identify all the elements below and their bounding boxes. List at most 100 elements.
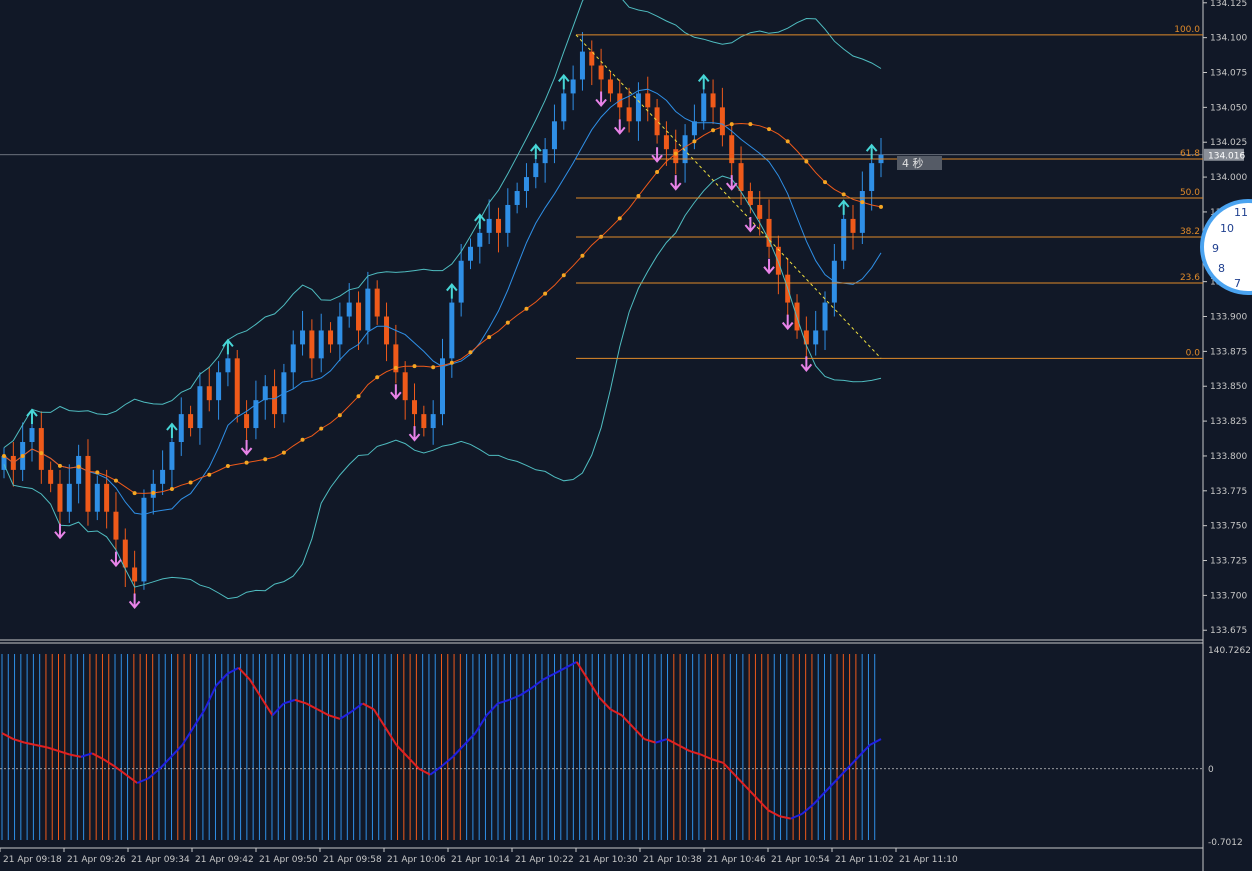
ma-dot (785, 139, 790, 144)
time-tick-label: 21 Apr 10:30 (579, 855, 638, 865)
price-tick-label: 133.700 (1210, 591, 1247, 601)
time-tick-label: 21 Apr 10:14 (451, 855, 510, 865)
chart-background (0, 0, 1252, 871)
time-tick-label: 21 Apr 09:26 (67, 855, 126, 865)
candle-body (272, 386, 278, 415)
candle-body (160, 469, 166, 484)
time-tick-label: 21 Apr 09:34 (131, 855, 190, 865)
candle-body (290, 344, 296, 373)
candle-body (542, 149, 548, 164)
candle-body (94, 483, 100, 512)
time-tick-label: 21 Apr 09:18 (3, 855, 62, 865)
ma-dot (39, 451, 44, 456)
candle-body (757, 204, 763, 219)
ma-dot (207, 472, 212, 477)
candle-body (673, 149, 679, 164)
ma-dot (375, 375, 380, 380)
fib-level-label: 100.0 (1174, 25, 1200, 35)
ma-dot (767, 127, 772, 132)
fib-level-label: 50.0 (1180, 188, 1200, 198)
ma-dot (57, 463, 62, 468)
candle-body (38, 428, 44, 470)
candle-body (328, 330, 334, 345)
ma-dot (468, 350, 473, 355)
ma-dot (543, 291, 548, 296)
candle-body (813, 330, 819, 345)
ma-dot (356, 394, 361, 399)
fib-level-label: 61.8 (1180, 149, 1200, 159)
candle-body (150, 483, 156, 498)
clock-numeral: 8 (1218, 262, 1225, 275)
ma-dot (244, 460, 249, 465)
time-tick-label: 21 Apr 10:38 (643, 855, 702, 865)
ma-dot (655, 170, 660, 175)
price-chart[interactable]: 100.0 61.8 50.0 38.2 23.6 0.0 134.125 134.100 1… (0, 0, 1252, 871)
ma-dot (95, 470, 100, 475)
ma-dot (561, 273, 566, 278)
candle-body (663, 135, 669, 150)
candle-body (104, 483, 110, 512)
bar-timer-label: 4 秒 (902, 156, 924, 170)
candle-body (505, 204, 511, 233)
candle-body (775, 246, 781, 275)
candle-body (654, 107, 660, 136)
ma-dot (412, 364, 417, 369)
bar-timer: 4 秒 (897, 156, 942, 170)
ma-dot (711, 128, 716, 133)
candle-body (561, 93, 567, 122)
candle-body (626, 107, 632, 122)
fib-level-label: 38.2 (1180, 227, 1200, 237)
candle-body (384, 316, 390, 345)
ma-dot (860, 200, 865, 205)
candle-body (141, 497, 147, 582)
ma-dot (636, 194, 641, 199)
ma-dot (431, 365, 436, 370)
candle-body (701, 93, 707, 122)
time-tick-label: 21 Apr 10:46 (707, 855, 766, 865)
time-tick-label: 21 Apr 10:54 (771, 855, 830, 865)
ma-dot (281, 450, 286, 455)
candle-body (495, 218, 501, 233)
ma-dot (188, 480, 193, 485)
candle-body (188, 414, 194, 429)
price-tick-label: 134.125 (1210, 0, 1247, 9)
candle-body (869, 163, 875, 192)
candle-body (803, 330, 809, 345)
candle-body (645, 93, 651, 108)
candle-body (430, 414, 436, 429)
candle-body (738, 163, 744, 192)
ma-dot (337, 413, 342, 418)
ma-dot (2, 453, 6, 458)
ma-dot (132, 491, 137, 496)
time-tick-label: 21 Apr 09:42 (195, 855, 254, 865)
price-tick-label: 133.900 (1210, 313, 1247, 323)
candle-body (458, 260, 464, 303)
candle-body (710, 93, 716, 108)
fib-level-label: 0.0 (1186, 348, 1201, 358)
ma-dot (505, 320, 510, 325)
candle-body (76, 455, 82, 484)
candle-body (607, 79, 613, 94)
candle-body (169, 442, 175, 470)
candle-body (523, 177, 529, 192)
ma-dot (748, 122, 753, 127)
time-tick-label: 21 Apr 11:10 (899, 855, 958, 865)
candle-body (822, 302, 828, 331)
candle-body (533, 163, 539, 178)
candle-body (365, 288, 371, 331)
time-tick-label: 21 Apr 10:06 (387, 855, 446, 865)
candle-body (635, 93, 641, 122)
time-tick-label: 21 Apr 09:50 (259, 855, 318, 865)
candle-body (66, 483, 72, 512)
candle-body (318, 330, 324, 359)
ma-dot (263, 457, 268, 462)
ma-dot (300, 437, 305, 442)
ma-dot (524, 306, 529, 311)
candle-body (206, 386, 212, 401)
candle-body (570, 79, 576, 94)
clock-numeral: 9 (1212, 242, 1219, 255)
ma-dot (76, 464, 81, 469)
candle-body (477, 232, 483, 247)
candle-body (234, 358, 240, 415)
candle-body (766, 218, 772, 247)
